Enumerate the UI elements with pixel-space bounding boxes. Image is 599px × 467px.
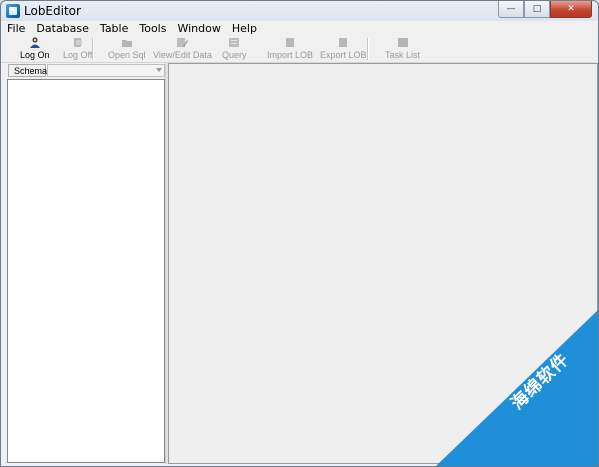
export-lob-label: Export LOB: [320, 50, 367, 60]
log-on-button[interactable]: Log On: [20, 36, 50, 62]
toolbar-separator: [92, 38, 94, 60]
log-off-icon: [73, 38, 82, 47]
log-off-label: Log Off: [63, 50, 93, 60]
query-button[interactable]: Query: [222, 36, 247, 62]
import-lob-button[interactable]: Import LOB: [267, 36, 313, 62]
task-list-button[interactable]: Task List: [385, 36, 420, 62]
schema-tree[interactable]: [7, 79, 165, 463]
minimize-icon: —: [506, 4, 516, 14]
close-icon: ✕: [567, 4, 575, 14]
menu-bar: File Database Table Tools Window Help: [1, 21, 598, 36]
schema-pane: Schema: [7, 63, 165, 463]
app-window: LobEditor — □ ✕ File Database Table Tool…: [0, 0, 599, 467]
view-edit-data-button[interactable]: View/Edit Data: [153, 36, 212, 62]
watermark: 海绵软件: [436, 310, 598, 466]
menu-database[interactable]: Database: [30, 21, 94, 36]
maximize-button[interactable]: □: [524, 1, 550, 18]
minimize-button[interactable]: —: [498, 1, 524, 18]
schema-label: Schema: [8, 64, 47, 77]
export-lob-button[interactable]: Export LOB: [320, 36, 367, 62]
export-icon: [339, 38, 348, 47]
window-title: LobEditor: [24, 4, 81, 18]
app-icon[interactable]: [6, 4, 20, 18]
toolbar-separator: [367, 38, 369, 60]
toolbar: Log On Log Off Open Sql View/Edit Data Q…: [1, 36, 598, 63]
open-sql-button[interactable]: Open Sql: [108, 36, 146, 62]
import-lob-label: Import LOB: [267, 50, 314, 60]
menu-window[interactable]: Window: [171, 21, 225, 36]
maximize-icon: □: [532, 4, 542, 14]
window-controls: — □ ✕: [498, 1, 592, 19]
task-list-icon: [397, 38, 408, 47]
user-icon: [29, 37, 40, 48]
view-edit-data-label: View/Edit Data: [153, 50, 212, 60]
menu-table[interactable]: Table: [94, 21, 133, 36]
chevron-down-icon[interactable]: [156, 68, 162, 72]
schema-dropdown[interactable]: [47, 64, 165, 77]
menu-file[interactable]: File: [1, 21, 30, 36]
import-icon: [286, 38, 294, 47]
folder-icon: [121, 40, 132, 47]
edit-icon: [177, 38, 189, 47]
query-label: Query: [222, 50, 247, 60]
title-bar[interactable]: LobEditor — □ ✕: [1, 1, 598, 21]
log-off-button[interactable]: Log Off: [63, 36, 92, 62]
menu-tools[interactable]: Tools: [133, 21, 171, 36]
open-sql-label: Open Sql: [108, 50, 146, 60]
query-icon: [229, 38, 240, 47]
schema-row: Schema: [7, 64, 165, 78]
close-button[interactable]: ✕: [550, 1, 592, 18]
log-on-label: Log On: [20, 50, 50, 60]
menu-help[interactable]: Help: [226, 21, 262, 36]
task-list-label: Task List: [385, 50, 421, 60]
